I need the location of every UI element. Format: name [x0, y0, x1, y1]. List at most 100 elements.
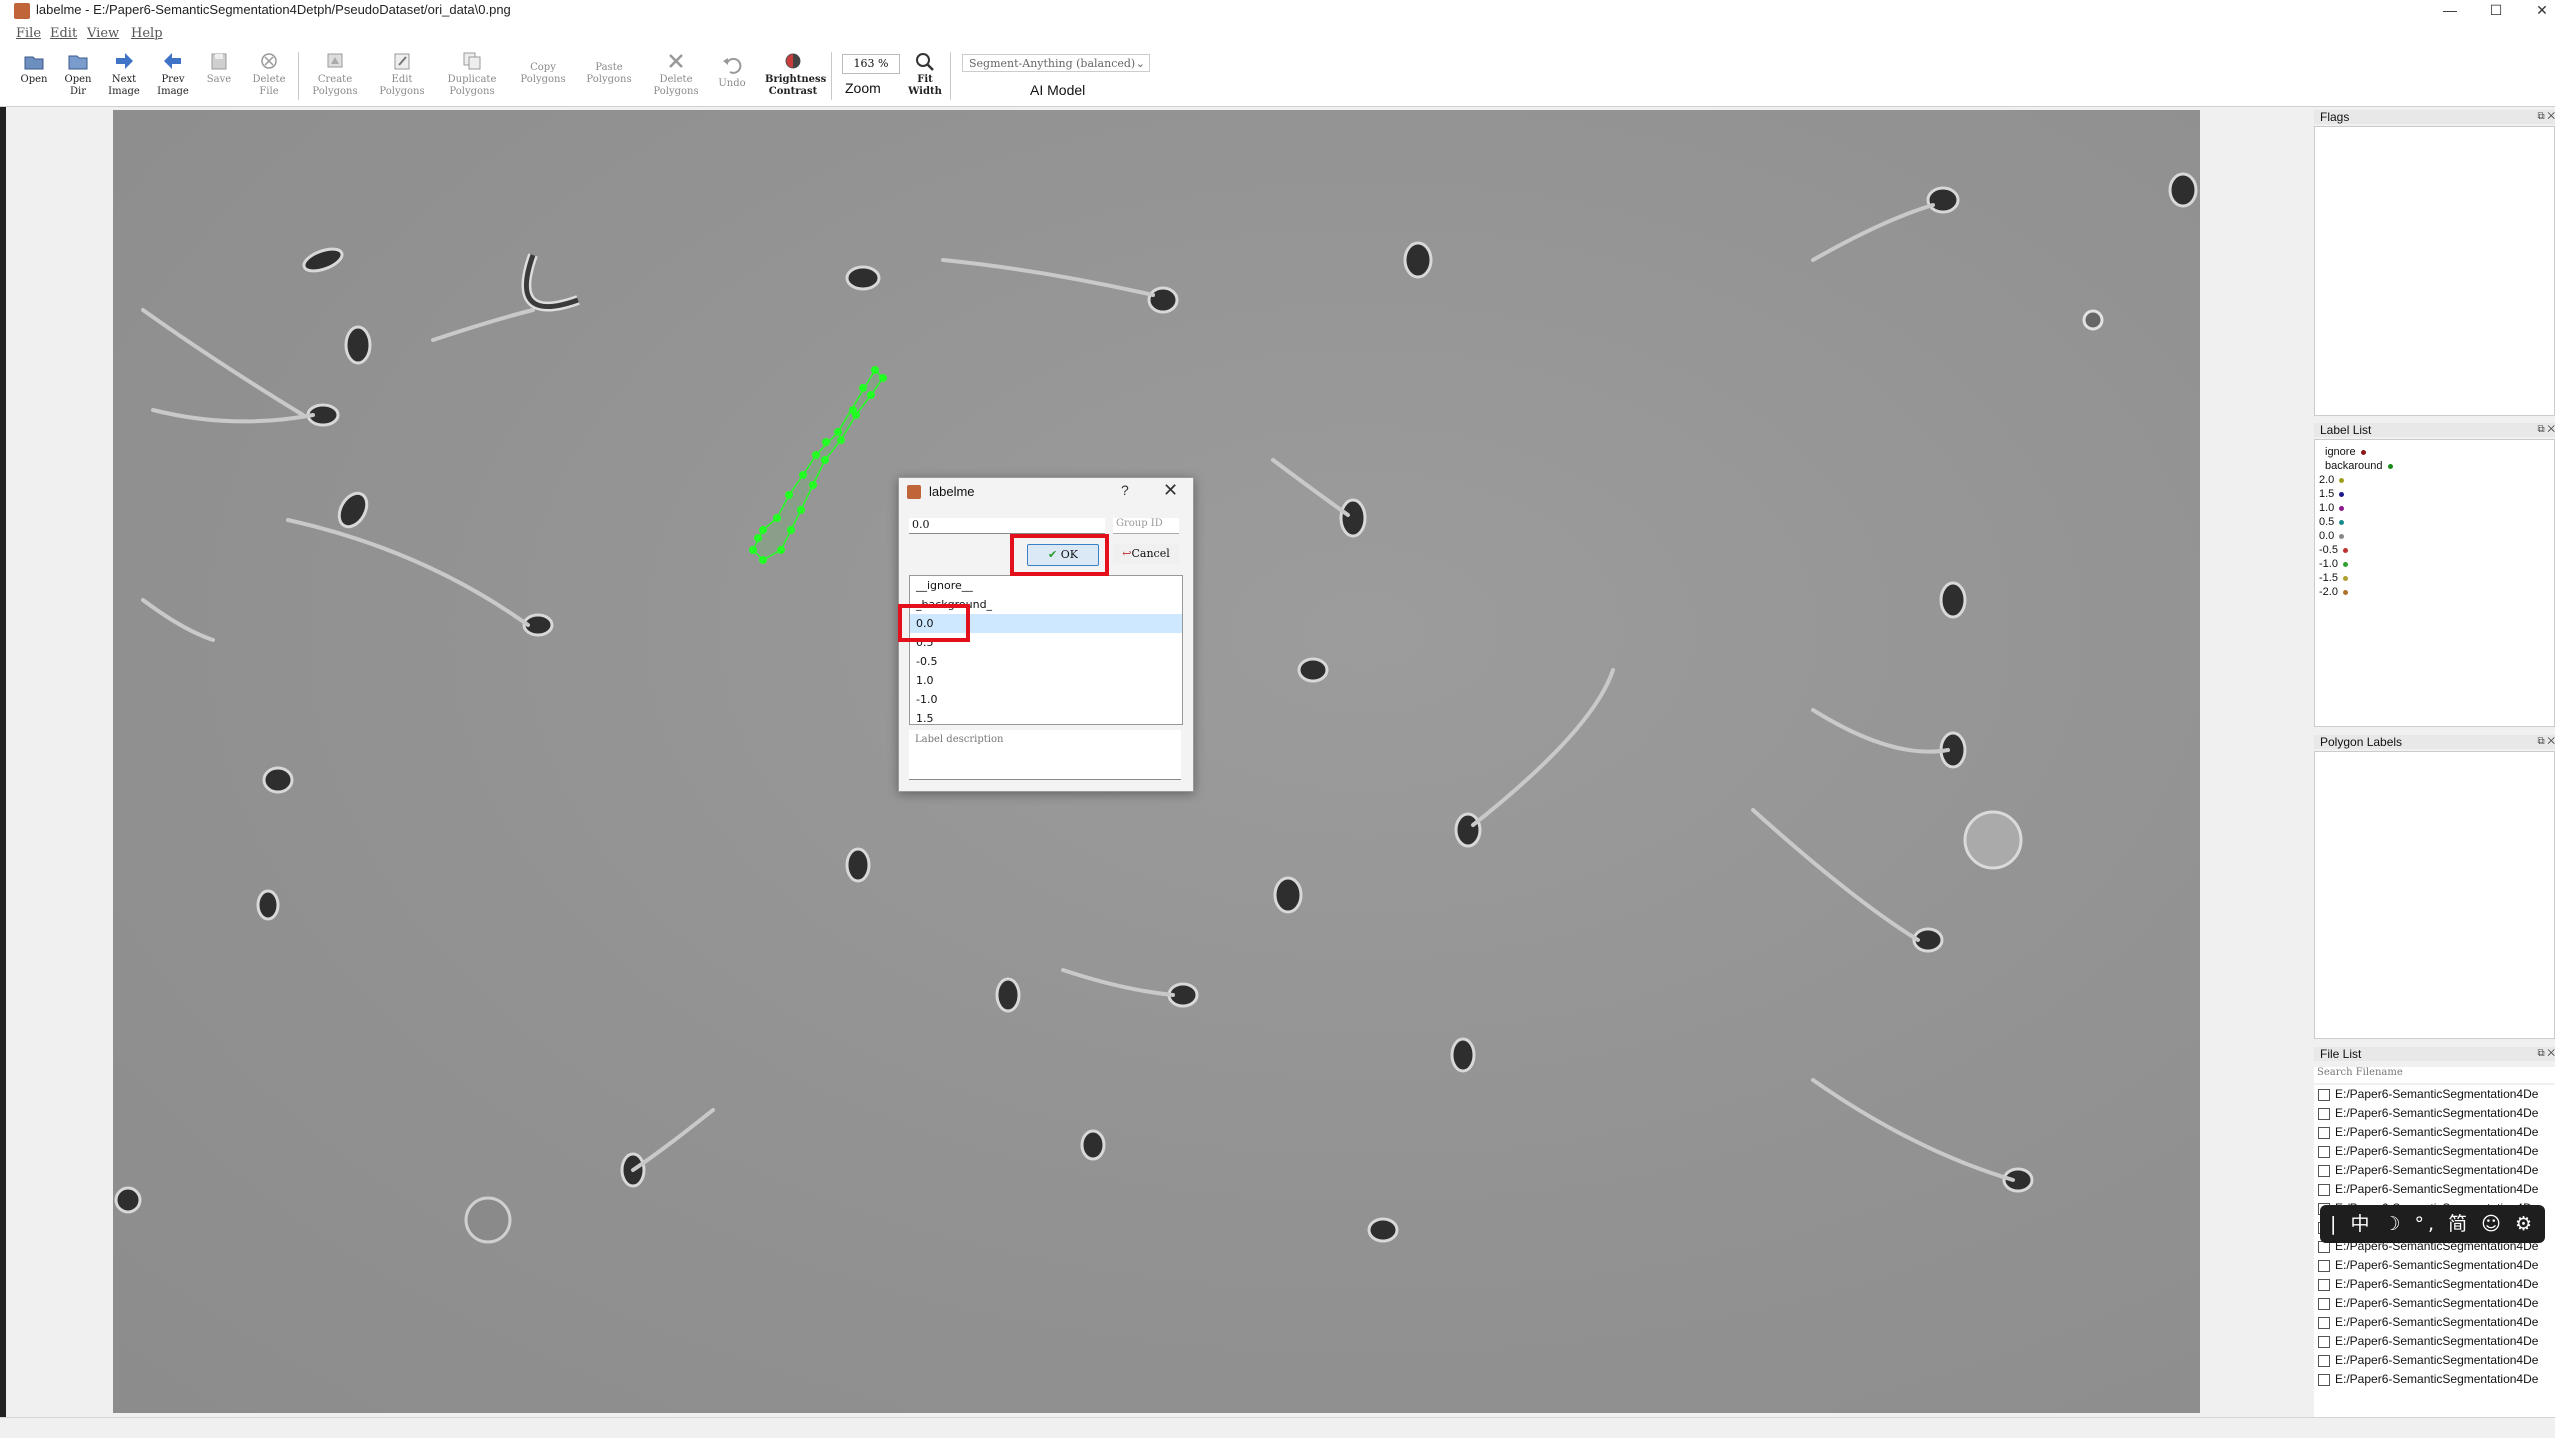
label-choice-item[interactable]: -1.0	[910, 690, 1182, 709]
label-list-item[interactable]: backaround	[2315, 459, 2554, 473]
label-description-input[interactable]: Label description	[909, 730, 1181, 780]
file-checkbox[interactable]	[2318, 1373, 2330, 1386]
file-checkbox[interactable]	[2318, 1297, 2330, 1310]
file-checkbox[interactable]	[2318, 1164, 2330, 1177]
label-list-item[interactable]: 0.5	[2315, 515, 2554, 529]
create-polygons-button[interactable]: Create Polygons	[309, 50, 361, 98]
brightness-contrast-button[interactable]: Brightness Contrast	[765, 50, 826, 98]
undo-button[interactable]: Undo	[706, 54, 758, 90]
label-list-item[interactable]: -1.5	[2315, 571, 2554, 585]
file-search-input[interactable]: Search Filename	[2314, 1067, 2555, 1083]
maximize-button[interactable]: ☐	[2473, 0, 2519, 22]
label-list-item[interactable]: 1.5	[2315, 487, 2554, 501]
file-list-item[interactable]: E:/Paper6-SemanticSegmentation4De	[2314, 1294, 2555, 1313]
label-list-item-text: -1.5	[2319, 572, 2338, 584]
zoom-spinbox[interactable]: 163 %	[842, 54, 900, 74]
save-label: Save	[206, 74, 232, 85]
label-color-dot	[2387, 463, 2393, 469]
ai-model-select[interactable]: Segment-Anything (balanced) ⌄	[962, 54, 1150, 72]
prev-image-button[interactable]: Prev Image	[147, 50, 199, 98]
file-checkbox[interactable]	[2318, 1259, 2330, 1272]
group-id-input[interactable]: Group ID	[1113, 518, 1179, 534]
menu-edit[interactable]: Edit	[50, 26, 77, 41]
delete-polygons-button[interactable]: Delete Polygons	[650, 50, 702, 98]
label-choice-item[interactable]: 1.5	[910, 709, 1182, 724]
fit-width-button[interactable]: Fit Width	[899, 50, 951, 98]
label-color-dot	[2360, 449, 2366, 455]
save-icon	[211, 53, 227, 70]
file-path: E:/Paper6-SemanticSegmentation4De	[2335, 1106, 2539, 1120]
minimize-button[interactable]: —	[2427, 0, 2473, 22]
label-choice-item[interactable]: __ignore__	[910, 576, 1182, 595]
file-checkbox[interactable]	[2318, 1278, 2330, 1291]
file-checkbox[interactable]	[2318, 1145, 2330, 1158]
undo-icon	[723, 57, 742, 74]
label-choice-item[interactable]: -0.5	[910, 652, 1182, 671]
file-list-item[interactable]: E:/Paper6-SemanticSegmentation4De	[2314, 1123, 2555, 1142]
file-list-item[interactable]: E:/Paper6-SemanticSegmentation4De	[2314, 1275, 2555, 1294]
file-list-item[interactable]: E:/Paper6-SemanticSegmentation4De	[2314, 1180, 2555, 1199]
file-list-item[interactable]: E:/Paper6-SemanticSegmentation4De	[2314, 1332, 2555, 1351]
file-list-item[interactable]: E:/Paper6-SemanticSegmentation4De	[2314, 1142, 2555, 1161]
file-checkbox[interactable]	[2318, 1183, 2330, 1196]
next-image-button[interactable]: Next Image	[98, 50, 150, 98]
file-path: E:/Paper6-SemanticSegmentation4De	[2335, 1258, 2539, 1272]
status-bar	[0, 1417, 2555, 1438]
label-list-item[interactable]: ignore	[2315, 445, 2554, 459]
delete-file-button[interactable]: Delete File	[243, 50, 295, 98]
file-path: E:/Paper6-SemanticSegmentation4De	[2335, 1144, 2539, 1158]
label-list-item[interactable]: 1.0	[2315, 501, 2554, 515]
file-checkbox[interactable]	[2318, 1354, 2330, 1367]
file-path: E:/Paper6-SemanticSegmentation4De	[2335, 1182, 2539, 1196]
file-list-item[interactable]: E:/Paper6-SemanticSegmentation4De	[2314, 1256, 2555, 1275]
help-button[interactable]: ?	[1121, 482, 1129, 498]
file-list-item[interactable]: E:/Paper6-SemanticSegmentation4De	[2314, 1370, 2555, 1389]
dialog-close-button[interactable]: ✕	[1163, 480, 1178, 501]
label-choice-list[interactable]: __ignore__ _background_ 0.0 0.5 -0.5 1.0…	[909, 575, 1183, 725]
menu-view[interactable]: View	[87, 26, 119, 41]
label-list-item[interactable]: -2.0	[2315, 585, 2554, 599]
file-checkbox[interactable]	[2318, 1316, 2330, 1329]
window-title: labelme - E:/Paper6-SemanticSegmentation…	[36, 2, 511, 17]
dock-controls[interactable]: ⧉ ✕	[2537, 1047, 2555, 1061]
dock-controls[interactable]: ⧉ ✕	[2537, 423, 2555, 437]
next-image-label: Next Image	[108, 74, 140, 97]
file-list-item[interactable]: E:/Paper6-SemanticSegmentation4De	[2314, 1085, 2555, 1104]
file-checkbox[interactable]	[2318, 1335, 2330, 1348]
file-checkbox[interactable]	[2318, 1126, 2330, 1139]
duplicate-polygons-button[interactable]: Duplicate Polygons	[446, 50, 498, 98]
label-list-item[interactable]: 0.0	[2315, 529, 2554, 543]
open-dir-button[interactable]: Open Dir	[52, 50, 104, 98]
file-path: E:/Paper6-SemanticSegmentation4De	[2335, 1277, 2539, 1291]
paste-polygons-button[interactable]: Paste Polygons	[583, 60, 635, 86]
dock-controls[interactable]: ⧉ ✕	[2537, 735, 2555, 749]
label-list-item[interactable]: -0.5	[2315, 543, 2554, 557]
duplicate-icon	[463, 52, 481, 70]
menu-help[interactable]: Help	[131, 26, 163, 41]
annotation-polygon[interactable]	[749, 366, 887, 564]
label-list-item[interactable]: 2.0	[2315, 473, 2554, 487]
label-list-item[interactable]: -1.0	[2315, 557, 2554, 571]
cancel-button[interactable]: ↩Cancel	[1113, 544, 1179, 564]
polygon-labels-panel[interactable]	[2314, 751, 2555, 1039]
file-list-panel[interactable]: E:/Paper6-SemanticSegmentation4De E:/Pape…	[2314, 1085, 2555, 1417]
file-checkbox[interactable]	[2318, 1107, 2330, 1120]
copy-polygons-label: Copy Polygons	[520, 62, 566, 85]
file-checkbox[interactable]	[2318, 1088, 2330, 1101]
ime-toolbar[interactable]: | 中 ☽ °, 简 ☺ ⚙	[2320, 1205, 2545, 1243]
file-list-item[interactable]: E:/Paper6-SemanticSegmentation4De	[2314, 1351, 2555, 1370]
file-list-item[interactable]: E:/Paper6-SemanticSegmentation4De	[2314, 1313, 2555, 1332]
save-button[interactable]: Save	[193, 50, 245, 86]
label-input[interactable]: 0.0	[909, 518, 1105, 534]
copy-polygons-button[interactable]: Copy Polygons	[517, 60, 569, 86]
edit-polygon-icon	[394, 53, 410, 70]
file-list-item[interactable]: E:/Paper6-SemanticSegmentation4De	[2314, 1161, 2555, 1180]
menu-file[interactable]: File	[16, 26, 41, 41]
dock-controls[interactable]: ⧉ ✕	[2537, 110, 2555, 124]
file-list-item[interactable]: E:/Paper6-SemanticSegmentation4De	[2314, 1104, 2555, 1123]
label-list-panel[interactable]: ignore backaround 2.0 1.5 1.0 0.5 0.0 -0.5 -1.0 -…	[2314, 439, 2555, 727]
edit-polygons-button[interactable]: Edit Polygons	[376, 50, 428, 98]
label-choice-item[interactable]: 1.0	[910, 671, 1182, 690]
close-button[interactable]: ✕	[2519, 0, 2555, 22]
arrow-left-icon	[164, 53, 181, 69]
